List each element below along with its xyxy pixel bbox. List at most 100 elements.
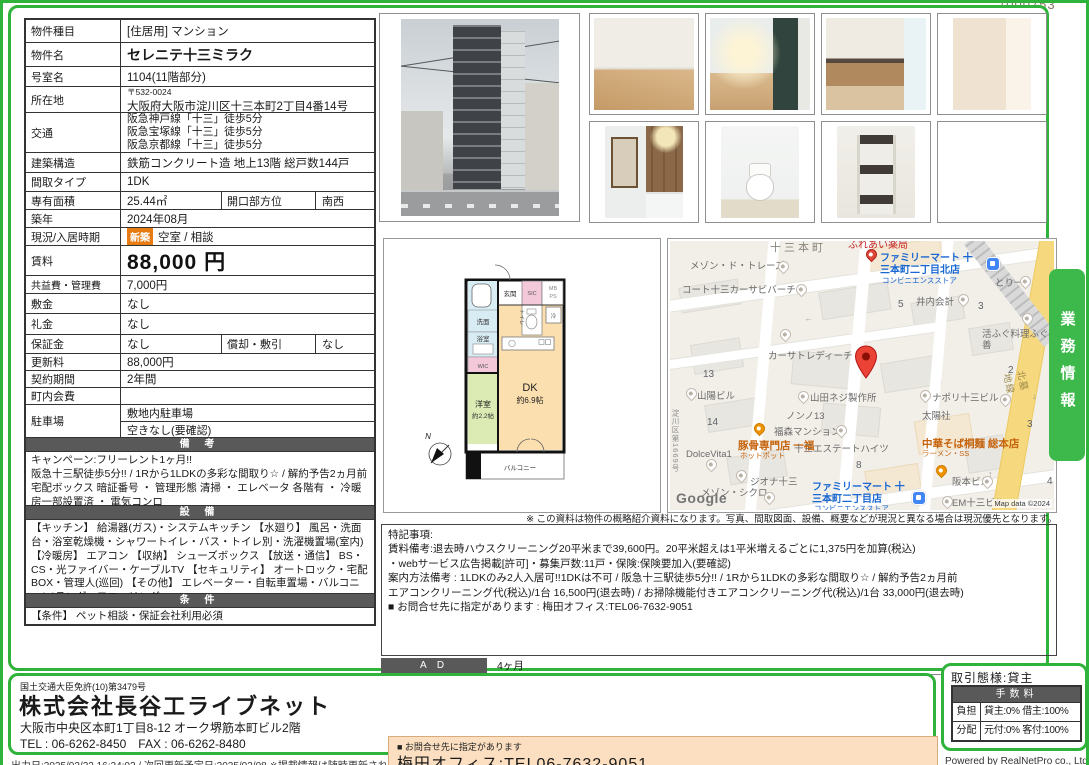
road-name-label: 淀川区第1669号 [670,409,681,472]
row-value: なし [121,335,221,353]
living-photo [594,18,694,110]
main-building [453,25,501,189]
gyomu-joho-tab[interactable]: 業務情報 [1049,269,1085,461]
map-copyright: Map data ©2024 [992,499,1052,508]
address-cell: 〒532-0024 大阪府大阪市淀川区十三本町2丁目4番14号 [121,87,374,112]
row-label: 所在地 [26,87,121,112]
bikou-text: キャンペーン:フリーレント1ヶ月!! 阪急十三駅徒歩5分!! / 1Rから1LD… [26,452,374,506]
map-label: コンビニエンスストア [882,277,957,286]
floorplan: バルコニー SIC MB PS 玄関 トイレ [384,239,660,512]
zip-code: 〒532-0024 [127,86,374,98]
map-label: 十三本町 [770,242,826,255]
table-row: 賃料 88,000 円 [26,246,374,276]
fee-table: 手数料 負担 貸主:0% 借主:100% 分配 元付:0% 客付:100% [951,685,1082,742]
contact-office-tel: 梅田オフィス:TEL06-7632-9051 [397,750,648,765]
table-row: 町内会費 [26,388,374,405]
table-row: 駐車場 敷地内駐車場 空きなし(要確認) [26,405,374,438]
gyomu-joho-tab-label: 業務情報 [1057,311,1078,419]
map-label: 十三エステートハイツ [794,444,889,455]
svg-text:約2.2帖: 約2.2帖 [472,411,495,420]
svg-text:MB: MB [549,286,558,292]
property-flyer-page: 7000753 物件種目 [住居用] マンション 物件名 セレニテ十三ミラク 号… [0,0,1089,765]
map-label: 山田ネジ製作所 [810,393,877,404]
map-label: ホットポット [740,452,785,461]
svg-text:約6.9帖: 約6.9帖 [516,395,543,405]
agency-name: 株式会社長谷工ライブネット [19,689,331,721]
map-label: ナポリ十三ビル [932,393,999,404]
row-label: 物件名 [26,43,121,66]
photo-frame [705,121,815,223]
neighbor-building [525,83,559,191]
svg-text:玄関: 玄関 [504,289,517,298]
row-value: 鉄筋コンクリート造 地上13階 総戸数144戸 [121,153,374,172]
table-row: 号室名 1104(11階部分) [26,67,374,87]
row-label: 物件種目 [26,20,121,42]
transit-line: 阪急神戸線「十三」徒歩5分 [127,113,374,126]
road-arrow: ↑ [988,469,993,479]
map-number: 13 [703,369,714,380]
parking-line: 空きなし(要確認) [121,422,374,438]
row-value: なし [121,294,374,313]
table-row: 交通 阪急神戸線「十三」徒歩5分 阪急宝塚線「十三」徒歩5分 阪急京都線「十三」… [26,113,374,153]
table-row: 保証金 なし 償却・敷引 なし [26,335,374,354]
map-number: 3 [1027,419,1033,430]
closet-shelves [857,135,896,214]
map-label: コンビニエンスストア [814,505,889,510]
table-row: 現況/入居時期 新築 空室 / 相談 [26,228,374,246]
row-label: 更新料 [26,354,121,370]
contact-overlay-box: ■ お問合せ先に指定があります 梅田オフィス:TEL06-7632-9051 [388,736,938,765]
svg-text:浴室: 浴室 [477,334,491,343]
row-label: 礼金 [26,314,121,334]
toilet-photo [721,126,799,218]
map-label: 井内会計 [916,297,954,308]
row-label: 現況/入居時期 [26,228,121,245]
transaction-type: 取引態様:貸主 [951,669,1033,686]
map-label: ジオナ十三 [750,477,798,488]
photo-frame [705,13,815,115]
map-number: 5 [898,299,904,310]
fee-row: 分配 元付:0% 客付:100% [953,722,1080,740]
row-value: 7,000円 [121,276,374,293]
map-label: ファミリーマート 十 三本町二丁目北店 [880,253,973,277]
map-label: 太陽社 [922,411,951,422]
map-label: ラーメン・SS [922,450,969,459]
row-value: 南西 [316,192,374,209]
row-value: 2年間 [121,371,374,387]
row-label: 築年 [26,210,121,227]
photo-frame [821,121,931,223]
main-content-frame: 物件種目 [住居用] マンション 物件名 セレニテ十三ミラク 号室名 1104(… [8,5,1049,671]
status-text: 空室 / 相談 [158,229,214,245]
section-header-jouken: 条 件 [26,594,374,608]
bath-mirror [611,137,638,188]
agency-tel-fax: TEL : 06-6262-8450 FAX : 06-6262-8480 [20,735,246,752]
street [401,190,559,216]
poi-pin-icon [778,327,794,343]
map-number: 4 [1047,476,1053,487]
row-value: なし [316,335,374,353]
property-detail-table: 物件種目 [住居用] マンション 物件名 セレニテ十三ミラク 号室名 1104(… [24,18,376,626]
parking-cell: 敷地内駐車場 空きなし(要確認) [121,405,374,437]
svg-text:N: N [425,432,431,441]
row-label: 専有面積 [26,192,121,209]
row-label: 開口部方位 [221,192,316,209]
row-label: 賃料 [26,246,121,275]
row-value: 2024年08月 [121,210,374,227]
table-row: 更新料 88,000円 [26,354,374,371]
table-row: 共益費・管理費 7,000円 [26,276,374,294]
table-row: 敷金 なし [26,294,374,314]
row-label: 建築構造 [26,153,121,172]
row-value: [住居用] マンション [121,20,374,42]
svg-text:PS: PS [549,294,557,300]
google-logo: Google [676,490,727,506]
map-label: コート十三カーサビバーチェ [682,285,805,296]
svg-text:洗面: 洗面 [477,317,491,326]
svg-text:SIC: SIC [527,291,536,297]
toilet-bowl [746,174,774,202]
closet-photo [837,126,915,218]
convenience-store-icon [912,491,926,505]
table-row: 物件名 セレニテ十三ミラク [26,43,374,67]
table-row: 契約期間 2年間 [26,371,374,388]
road-arrow: ← [804,313,813,323]
photo-frame [937,13,1047,115]
photo-frame [821,13,931,115]
